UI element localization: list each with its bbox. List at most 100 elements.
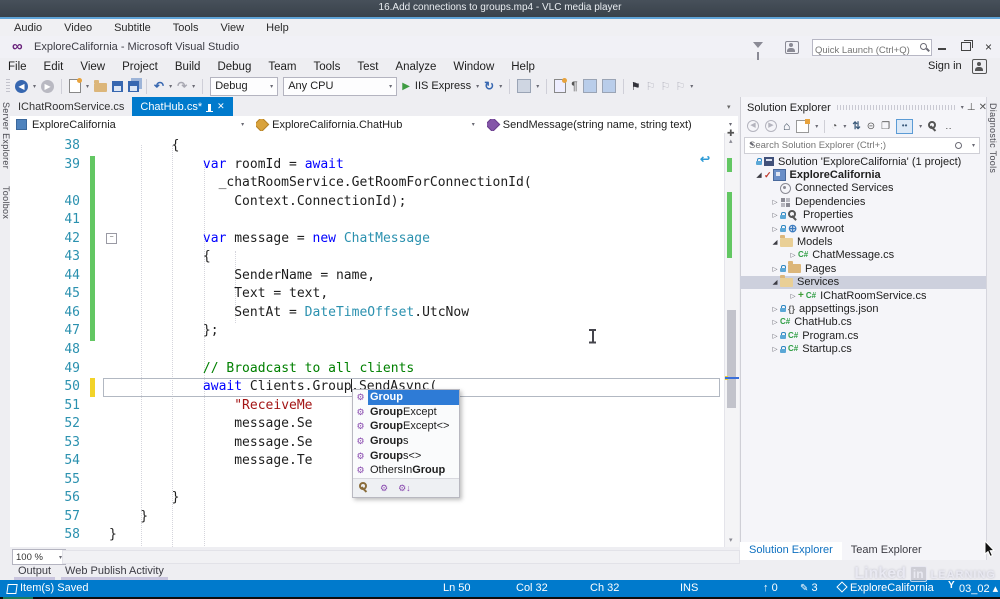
home-icon[interactable]: ⌂ [783, 120, 790, 132]
breadcrumb-segment-explorecalifornia-chathub[interactable]: ExploreCalifornia.ChatHub ▾ [250, 116, 481, 133]
panel-tab-output[interactable]: Output [13, 563, 56, 582]
tree-item-solution-explorecalifornia-1-project[interactable]: Solution 'ExploreCalifornia' (1 project) [740, 155, 986, 168]
vs-menu-help[interactable]: Help [511, 61, 535, 73]
panel-tab-web-publish-activity[interactable]: Web Publish Activity [61, 563, 168, 582]
scrollbar-thumb[interactable] [727, 310, 736, 408]
fold-collapse-icon[interactable]: − [106, 233, 117, 244]
completion-item-othersingroup[interactable]: ⚙ OthersIn Group [353, 463, 459, 478]
breadcrumb-dropdown-icon[interactable]: ▾ [729, 121, 732, 128]
save-icon[interactable] [112, 80, 124, 92]
sync-dropdown-icon[interactable]: ▾ [919, 123, 922, 130]
back-icon[interactable]: ◀ [747, 120, 759, 132]
tree-item-explorecalifornia[interactable]: ◢ ✓ ExploreCalifornia [740, 168, 986, 182]
completion-item-groups[interactable]: ⚙ Group s<> [353, 448, 459, 463]
expander-icon[interactable]: ◢ [770, 278, 780, 286]
tree-item-wwwroot[interactable]: ▷ ⊕ wwwroot [740, 222, 986, 235]
vs-menu-window[interactable]: Window [453, 61, 494, 73]
breadcrumb-dropdown-icon[interactable]: ▾ [472, 121, 475, 128]
tree-item-appsettings-json[interactable]: ▷{} appsettings.json [740, 302, 986, 315]
tree-item-chatmessage-cs[interactable]: ▷ C# ChatMessage.cs [740, 249, 986, 262]
quick-launch-box[interactable] [812, 39, 932, 57]
filter-extension-methods-icon[interactable]: ⚙↓ [398, 481, 411, 495]
pending-changes-filter-icon[interactable] [796, 118, 811, 133]
code-line-58[interactable]: 58} [10, 526, 722, 545]
prev-bookmark-icon[interactable]: ⚐ [646, 80, 656, 93]
vs-menu-tools[interactable]: Tools [313, 61, 340, 73]
tool-tab-team-explorer[interactable]: Team Explorer [842, 542, 931, 560]
account-icon[interactable] [972, 59, 987, 74]
pin-icon[interactable]: ⊥ [967, 102, 976, 113]
vs-menu-file[interactable]: File [8, 61, 27, 73]
filter-methods-icon[interactable]: ⚙ [380, 481, 388, 495]
run-dropdown-icon[interactable]: ▾ [476, 83, 479, 90]
bookmarks-dropdown-icon[interactable]: ▾ [690, 83, 693, 90]
tree-item-connected-services[interactable]: Connected Services [740, 182, 986, 195]
refresh-icon[interactable]: ↻ [484, 79, 494, 93]
expander-icon[interactable]: ▷ [770, 211, 780, 219]
expander-icon[interactable]: ▷ [788, 251, 798, 259]
breadcrumb-segment-explorecalifornia[interactable]: ExploreCalifornia ▾ [10, 116, 250, 133]
editor-split-handle[interactable]: ✚ [727, 128, 735, 139]
expander-icon[interactable]: ▷ [770, 225, 780, 233]
scroll-down-icon[interactable]: ▾ [729, 536, 733, 544]
tree-item-services[interactable]: ◢ Services [740, 274, 986, 289]
code-line-39[interactable]: 39 var roomId = await [10, 155, 722, 175]
document-tab-ichatroomservice-cs[interactable]: IChatRoomService.cs [10, 97, 132, 116]
vlc-menu-audio[interactable]: Audio [14, 22, 42, 34]
code-line-40[interactable]: 40 Context.ConnectionId); [10, 192, 722, 212]
attach-process-icon[interactable] [517, 79, 532, 93]
completion-item-groupexcept[interactable]: ⚙ Group Except<> [353, 419, 459, 434]
branch-name[interactable]: 03_02 ▴ [948, 580, 998, 595]
expander-icon[interactable]: ▷ [770, 345, 780, 353]
document-tab-chathub-cs[interactable]: ChatHub.cs* ✕ [132, 97, 233, 116]
code-line-43[interactable]: 43 { [10, 248, 722, 267]
navigate-back-icon[interactable]: ◀ [15, 79, 28, 93]
editor-vertical-scrollbar[interactable]: ▴ ▾ [724, 133, 739, 547]
solution-search-input[interactable] [745, 139, 955, 152]
formatting-marks-icon[interactable]: ¶ [571, 79, 577, 93]
completion-item-group[interactable]: ⚙ Group [353, 390, 459, 405]
expander-icon[interactable]: ▷ [788, 292, 798, 300]
code-line-49[interactable]: 49 // Broadcast to all clients [10, 360, 722, 379]
close-button[interactable]: × [985, 40, 992, 54]
tree-item-dependencies[interactable]: ▷ Dependencies [740, 195, 986, 208]
new-file-icon[interactable] [69, 78, 83, 93]
unpushed-commits[interactable]: ↑ 0 [763, 582, 778, 594]
code-line-41[interactable]: 41 [10, 211, 722, 230]
pin-tab-icon[interactable] [206, 103, 214, 112]
forward-icon[interactable]: ▶ [765, 120, 777, 132]
feedback-icon[interactable] [785, 41, 799, 54]
vs-menu-team[interactable]: Team [268, 61, 296, 73]
window-position-dropdown-icon[interactable]: ▾ [961, 104, 964, 111]
breadcrumb-segment-sendmessage[interactable]: SendMessage(string name, string text) ▾ [481, 116, 738, 133]
indent-decrease-icon[interactable] [582, 79, 597, 93]
expander-icon[interactable]: ▷ [770, 305, 780, 313]
vs-menu-test[interactable]: Test [357, 61, 378, 73]
tab-list-dropdown-icon[interactable]: ▾ [727, 103, 731, 111]
quick-launch-input[interactable] [813, 44, 913, 57]
repo-name[interactable]: ExploreCalifornia [836, 581, 934, 594]
tree-item-models[interactable]: ◢ Models [740, 234, 986, 248]
properties-wrench-icon[interactable] [928, 120, 939, 132]
tree-item-ichatroomservice-cs[interactable]: ▷ + C# IChatRoomService.cs [740, 289, 986, 302]
vlc-menu-subtitle[interactable]: Subtitle [114, 22, 151, 34]
next-bookmark-icon[interactable]: ⚐ [660, 80, 670, 93]
uncommitted-edits[interactable]: ✎ 3 [800, 582, 818, 594]
expander-icon[interactable]: ▷ [770, 265, 780, 273]
save-all-icon[interactable] [128, 80, 140, 92]
indent-increase-icon[interactable] [601, 79, 616, 93]
navigate-forward-icon[interactable]: ▶ [41, 79, 55, 93]
tree-item-properties[interactable]: ▷ Properties [740, 209, 986, 222]
vs-menu-view[interactable]: View [80, 61, 105, 73]
minimize-button[interactable] [938, 48, 946, 50]
sign-in-link[interactable]: Sign in [928, 60, 962, 72]
collapse-all-icon[interactable]: ⊝ [867, 121, 875, 132]
recent-dropdown-icon[interactable]: ▾ [843, 123, 846, 130]
debug-target-dropdown[interactable]: Debug ▾ [210, 76, 279, 96]
code-line-45[interactable]: 45 Text = text, [10, 285, 722, 304]
tool-tab-solution-explorer[interactable]: Solution Explorer [740, 542, 842, 560]
vs-menu-debug[interactable]: Debug [217, 61, 251, 73]
platform-dropdown[interactable]: Any CPU ▾ [283, 76, 398, 96]
undo-dropdown-icon[interactable]: ▾ [169, 83, 172, 90]
redo-icon[interactable]: ↷ [177, 79, 187, 93]
